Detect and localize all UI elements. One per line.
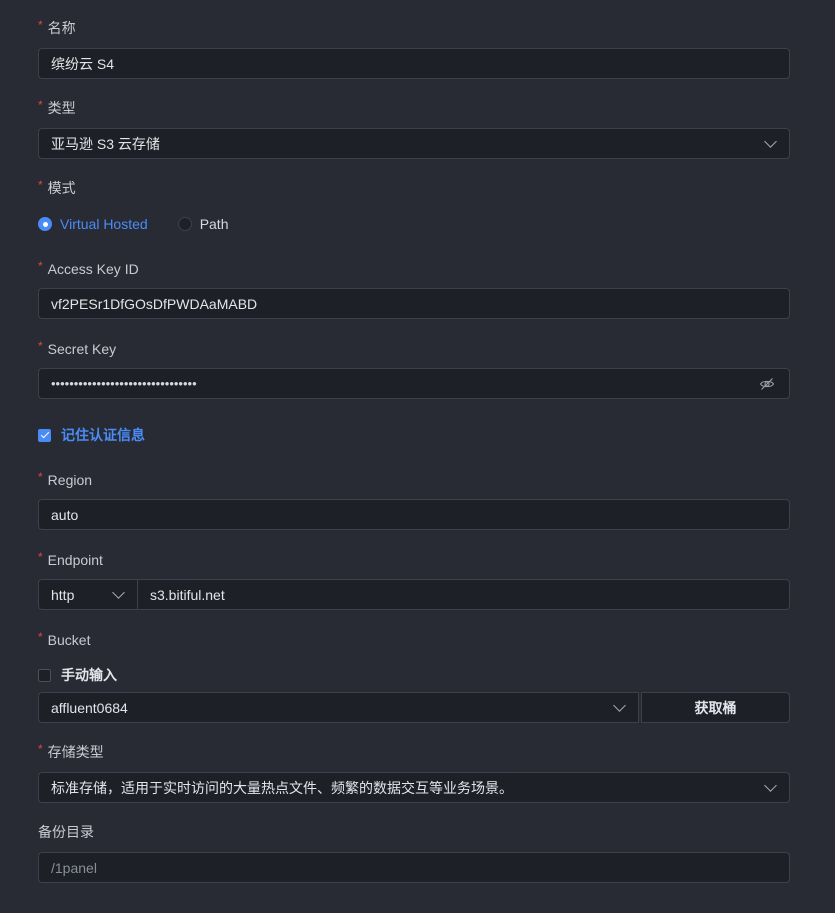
- protocol-select[interactable]: http: [38, 579, 138, 610]
- radio-path[interactable]: Path: [177, 216, 229, 232]
- backup-dir-input[interactable]: /1panel: [38, 852, 790, 883]
- mode-radio-group: Virtual Hosted Path: [38, 214, 259, 234]
- required-mark: *: [38, 470, 43, 484]
- manual-input-checkbox[interactable]: 手动输入: [38, 665, 117, 685]
- mode-label: * 模式: [38, 178, 76, 196]
- storage-class-label: * 存储类型: [38, 742, 104, 760]
- required-mark: *: [38, 98, 43, 112]
- bucket-group: affluent0684 获取桶: [38, 692, 790, 723]
- backup-dir-label: 备份目录: [38, 824, 94, 840]
- region-label: * Region: [38, 470, 93, 488]
- chevron-down-icon: [764, 778, 777, 792]
- bucket-select[interactable]: affluent0684: [38, 692, 639, 723]
- endpoint-input[interactable]: s3.bitiful.net: [138, 579, 790, 610]
- checkbox-checked-icon: [38, 428, 51, 442]
- radio-unchecked-icon: [177, 217, 192, 231]
- endpoint-group: http s3.bitiful.net: [38, 579, 790, 610]
- required-mark: *: [38, 18, 43, 32]
- chevron-down-icon: [764, 134, 777, 148]
- access-key-label: * Access Key ID: [38, 259, 139, 277]
- required-mark: *: [38, 339, 43, 353]
- region-input[interactable]: auto: [38, 499, 790, 530]
- radio-checked-icon: [38, 217, 52, 231]
- required-mark: *: [38, 630, 43, 644]
- radio-virtual-hosted[interactable]: Virtual Hosted: [38, 216, 148, 232]
- bucket-label: * Bucket: [38, 630, 91, 648]
- secret-key-label: * Secret Key: [38, 339, 117, 357]
- storage-class-select[interactable]: 标准存储，适用于实时访问的大量热点文件、频繁的数据交互等业务场景。: [38, 772, 790, 803]
- required-mark: *: [38, 259, 43, 273]
- name-label: * 名称: [38, 18, 76, 36]
- type-label: * 类型: [38, 98, 76, 116]
- checkbox-unchecked-icon: [38, 668, 51, 682]
- chevron-down-icon: [613, 698, 626, 712]
- secret-key-input[interactable]: ••••••••••••••••••••••••••••••••: [38, 368, 790, 399]
- fetch-bucket-button[interactable]: 获取桶: [641, 692, 790, 723]
- required-mark: *: [38, 550, 43, 564]
- type-select[interactable]: 亚马逊 S3 云存储: [38, 128, 790, 159]
- required-mark: *: [38, 178, 43, 192]
- required-mark: *: [38, 742, 43, 756]
- eye-hidden-icon[interactable]: [759, 376, 775, 392]
- remember-checkbox[interactable]: 记住认证信息: [38, 425, 145, 445]
- access-key-input[interactable]: vf2PESr1DfGOsDfPWDAaMABD: [38, 288, 790, 319]
- name-input[interactable]: 缤纷云 S4: [38, 48, 790, 79]
- endpoint-label: * Endpoint: [38, 550, 103, 568]
- chevron-down-icon: [112, 585, 125, 599]
